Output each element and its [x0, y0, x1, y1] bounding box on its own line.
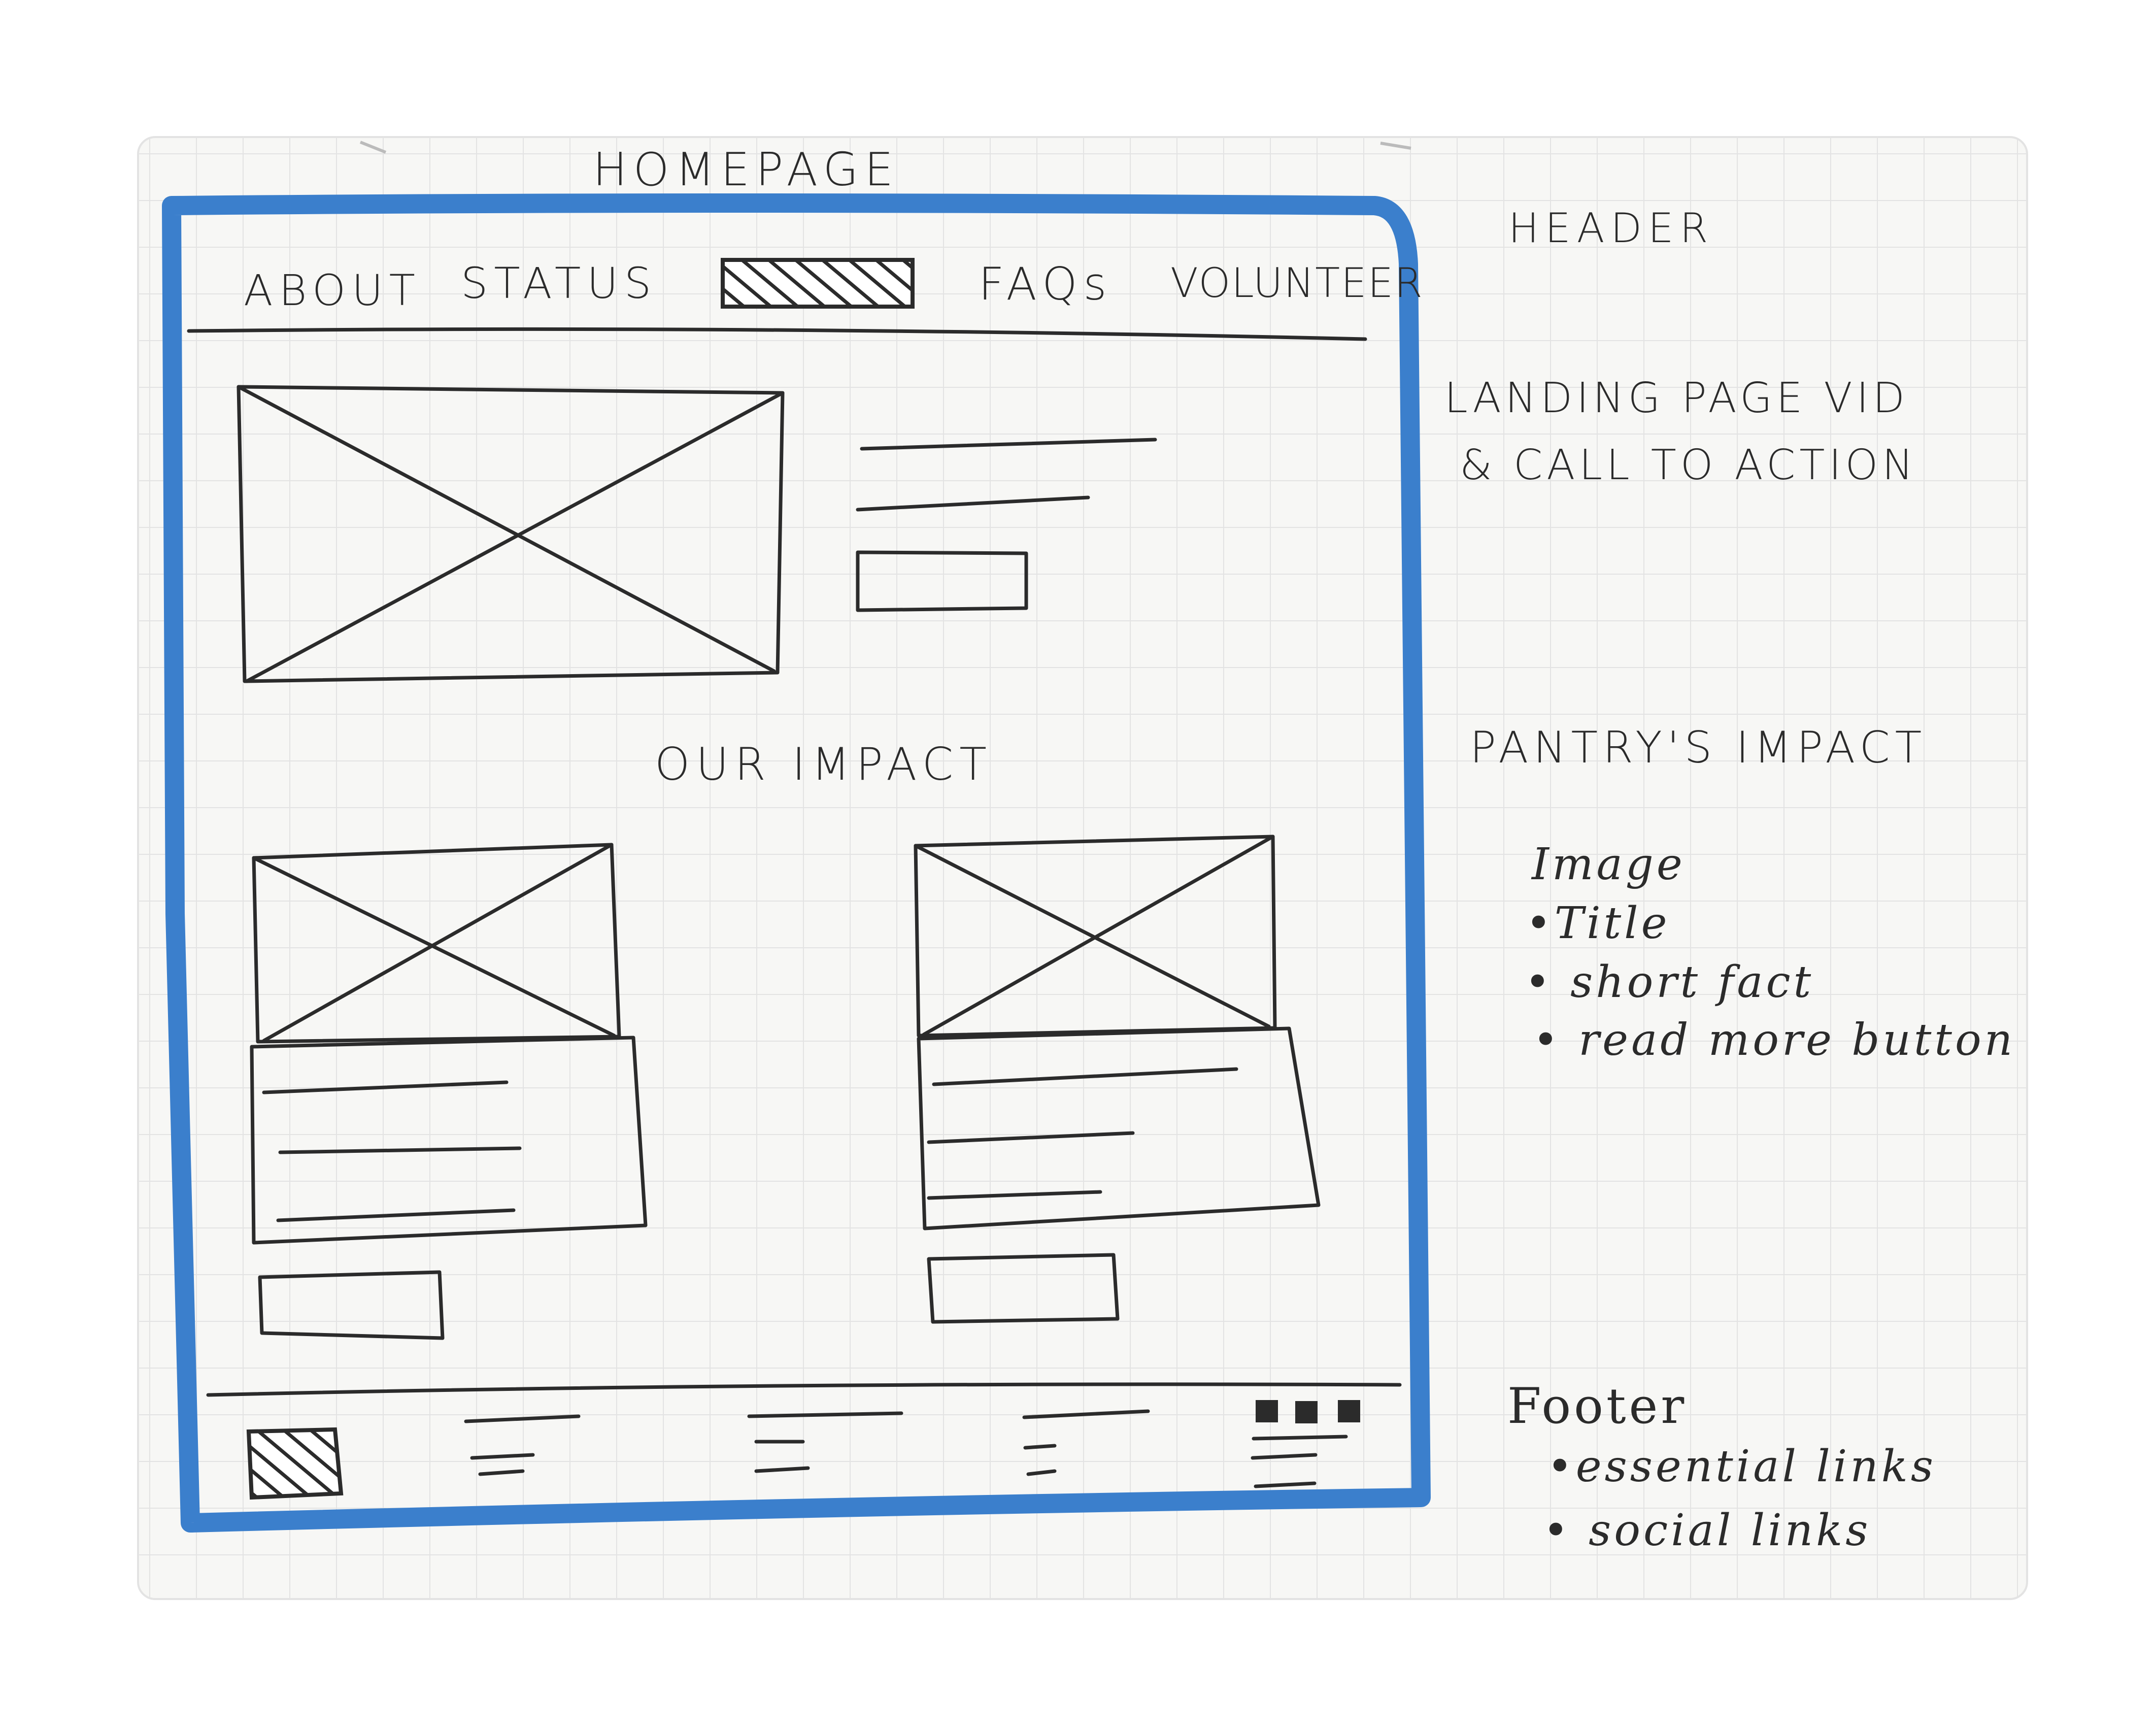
- nav-faqs[interactable]: FAQs: [979, 262, 1113, 307]
- impact-card-2-text-box: [917, 1026, 1321, 1230]
- social-icon-1: [1256, 1400, 1278, 1422]
- footer-logo-placeholder: [246, 1427, 344, 1500]
- paper-mark-right: [1380, 142, 1411, 150]
- impact-card-2-cross-a: [914, 844, 1271, 1028]
- social-icon-3: [1338, 1400, 1360, 1422]
- section-heading-our-impact: OUR IMPACT: [655, 738, 993, 790]
- footer-divider: [206, 1382, 1402, 1397]
- impact-card-2-line-1: [932, 1067, 1238, 1086]
- hero-image-cross-a: [237, 385, 776, 673]
- impact-card-1-line-2: [278, 1146, 522, 1154]
- cta-line-2: [856, 495, 1090, 512]
- footer-col-4-line-3: [1254, 1481, 1317, 1488]
- annotation-landing-line-2: & CALL TO ACTION: [1460, 441, 1917, 489]
- impact-card-2-line-2: [927, 1131, 1135, 1144]
- sketch-title: HOMEPAGE: [593, 143, 900, 196]
- impact-card-1-cross-b: [262, 843, 614, 1043]
- impact-card-1-line-1: [262, 1080, 509, 1094]
- impact-card-1-line-3: [276, 1208, 516, 1222]
- annotation-footer-title: Footer: [1507, 1378, 1688, 1435]
- footer-col-4-line-2: [1251, 1453, 1318, 1460]
- cta-line-1: [860, 438, 1157, 451]
- footer-col-2-line-3: [754, 1466, 810, 1473]
- paper-mark-left: [359, 141, 387, 154]
- footer-col-1-line-3: [478, 1469, 525, 1476]
- footer-col-3-line-1: [1022, 1409, 1150, 1419]
- impact-card-2-button: [927, 1253, 1120, 1324]
- annotation-footer-social-links: • social links: [1543, 1505, 1871, 1556]
- annotation-impact-item-image: Image: [1532, 839, 1686, 890]
- header-divider: [187, 327, 1367, 341]
- annotation-header: HEADER: [1508, 205, 1714, 252]
- nav-about[interactable]: ABOUT: [244, 269, 421, 312]
- page-frame: [162, 193, 1431, 1533]
- impact-card-2-line-3: [927, 1190, 1102, 1200]
- annotation-impact-item-read-more: • read more button: [1533, 1015, 2016, 1066]
- footer-col-3-line-2: [1023, 1444, 1057, 1450]
- footer-col-3-line-3: [1026, 1469, 1057, 1476]
- footer-col-4-line-1: [1252, 1435, 1348, 1441]
- annotation-impact-item-title: •Title: [1526, 898, 1670, 949]
- footer-col-2-line-1: [747, 1411, 903, 1418]
- impact-card-2-cross-b: [922, 835, 1275, 1037]
- nav-logo-placeholder: [721, 258, 915, 309]
- footer-col-1-line-2: [470, 1453, 535, 1460]
- wireframe-sketch-photo: HOMEPAGE ABOUT STATUS FAQs VOLUNTEER OUR…: [0, 0, 2156, 1730]
- cta-button-placeholder: [856, 550, 1028, 612]
- footer-col-1-line-1: [464, 1414, 581, 1423]
- nav-volunteer[interactable]: VOLUNTEER: [1170, 263, 1424, 304]
- annotation-impact-item-short-fact: • short fact: [1525, 957, 1814, 1008]
- annotation-impact-title: PANTRY'S IMPACT: [1470, 722, 1927, 773]
- nav-status[interactable]: STATUS: [461, 262, 657, 305]
- annotation-landing-line-1: LANDING PAGE VID: [1444, 374, 1909, 422]
- hero-image-cross-b: [245, 391, 785, 683]
- social-icon-2: [1295, 1401, 1318, 1423]
- impact-card-1-button: [258, 1270, 445, 1340]
- annotation-footer-essential-links: •essential links: [1547, 1441, 1936, 1492]
